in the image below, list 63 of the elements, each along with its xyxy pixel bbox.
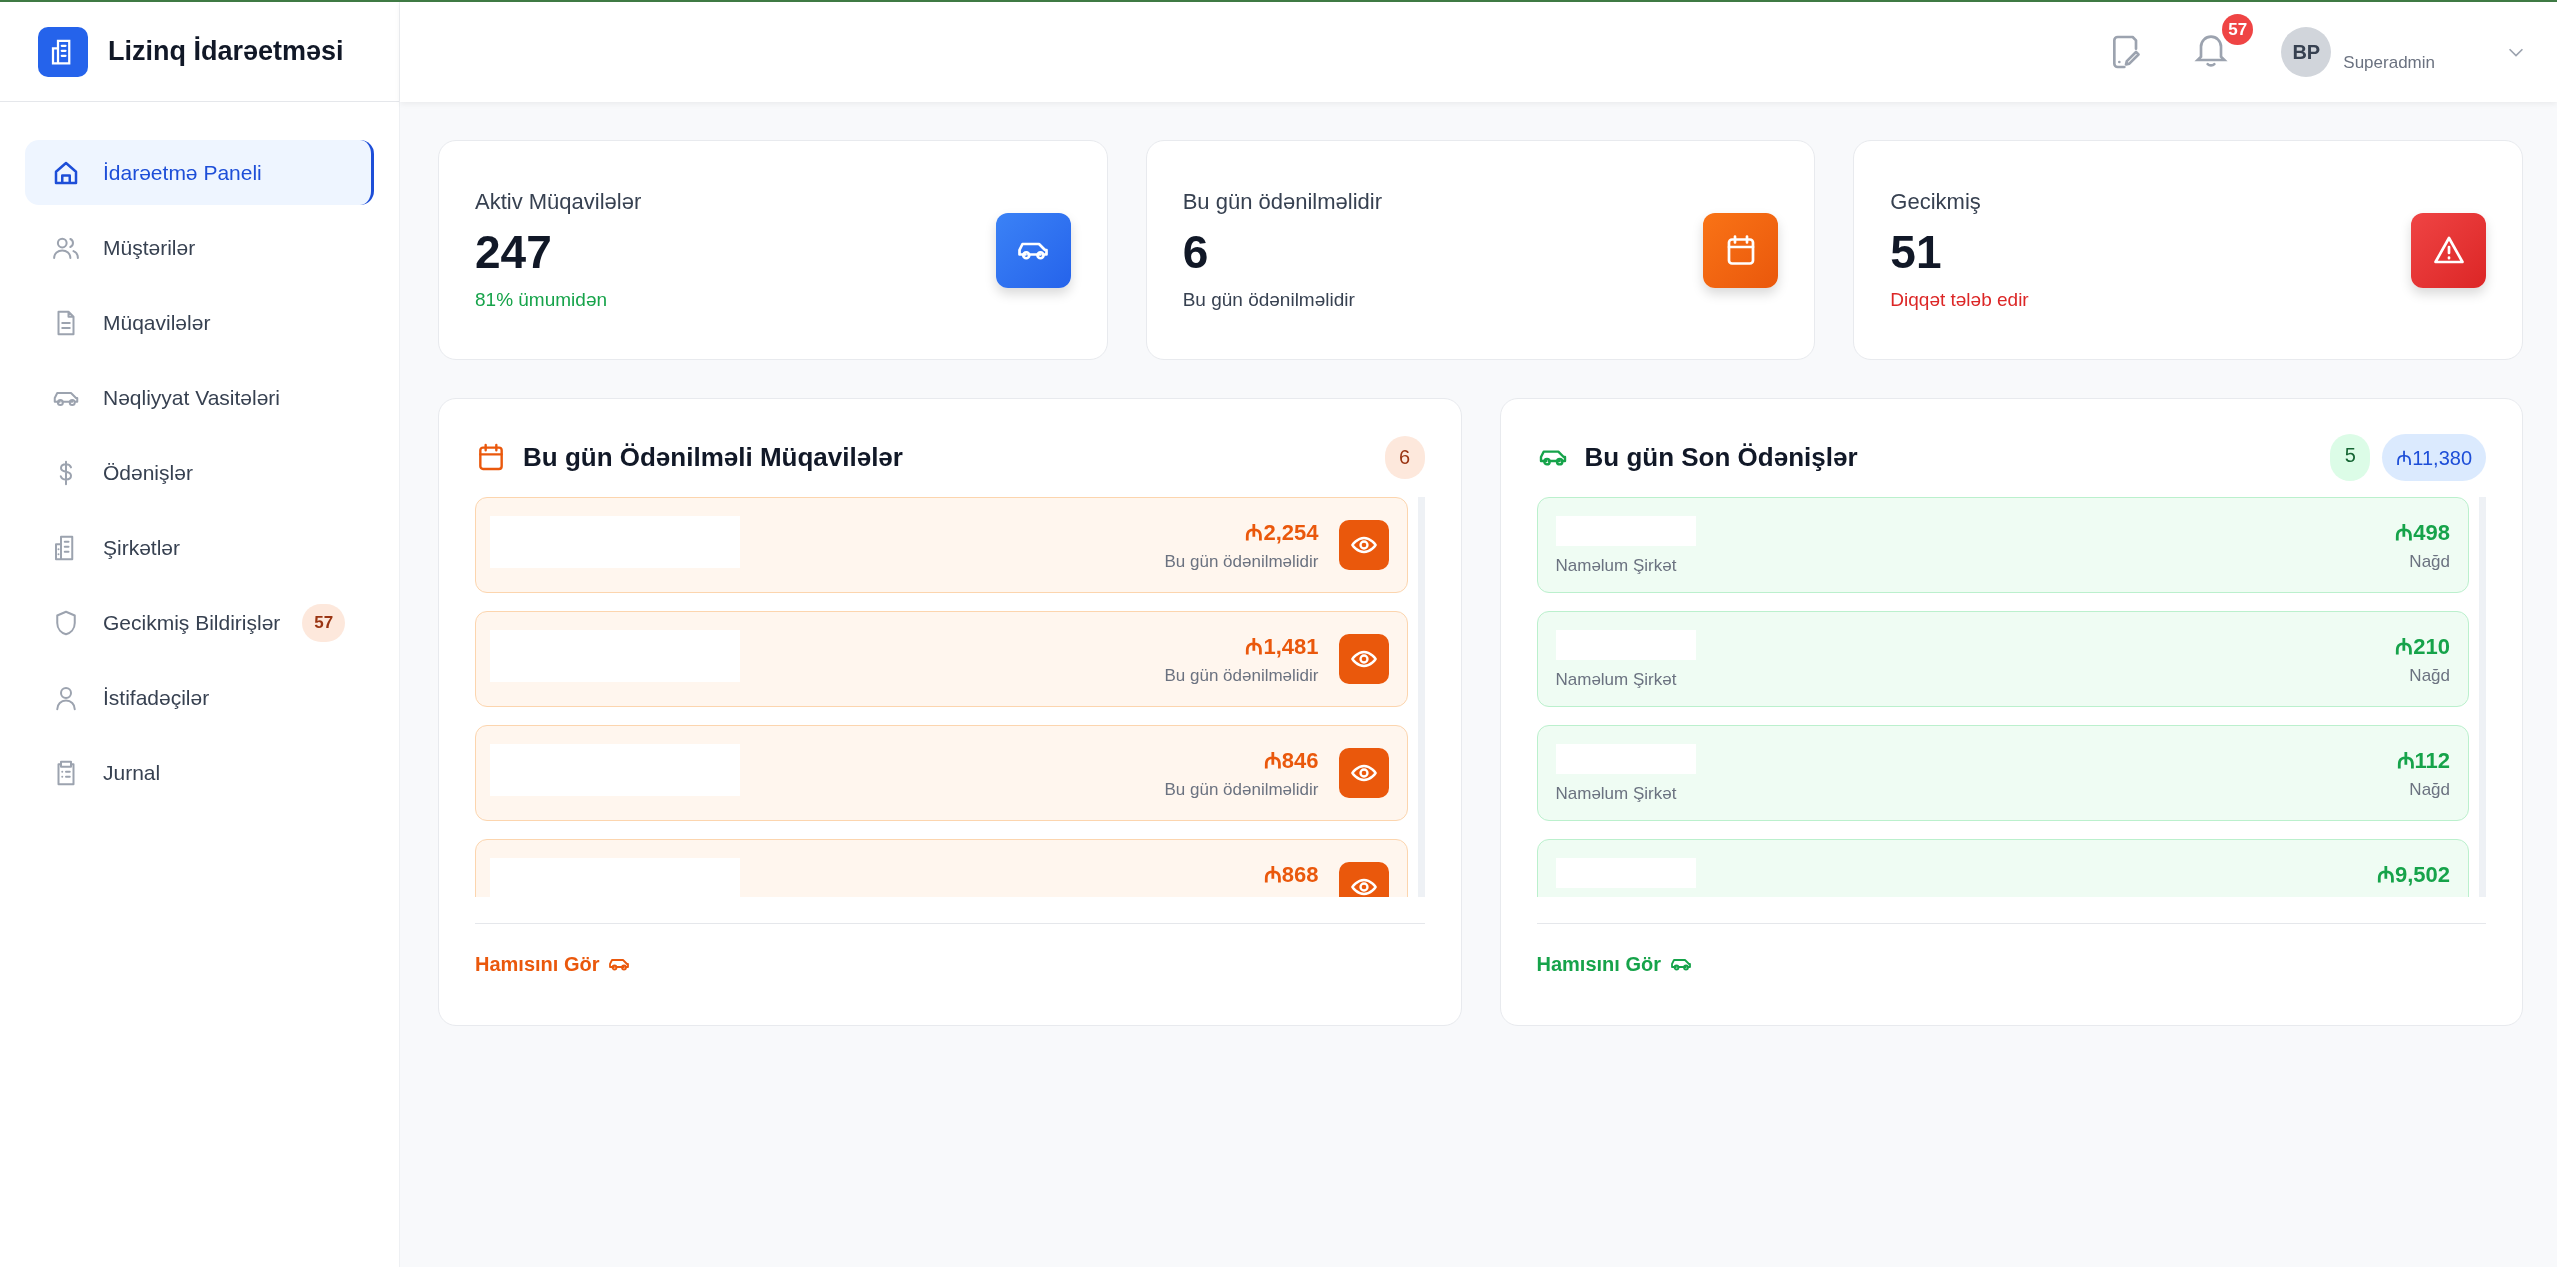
view-all-link[interactable]: Hamısını Gör [1536, 952, 1693, 976]
sidebar-item[interactable]: Müştərilər [25, 215, 374, 280]
amount: ₼1,481 [1245, 633, 1319, 660]
list-row[interactable]: Naməlum Şirkət ₼112 Nağd [1536, 725, 2469, 821]
sidebar-item[interactable]: İstifadəçilər [25, 665, 374, 730]
sidebar-item[interactable]: Nəqliyyat Vasitələri [25, 365, 374, 430]
amount: ₼210 [2395, 633, 2450, 660]
view-button[interactable] [1338, 748, 1389, 798]
logo-icon [38, 26, 88, 77]
stat-note: Diqqət tələb edir [1890, 289, 2029, 311]
notification-badge: 57 [2222, 14, 2254, 45]
sidebar-item[interactable]: Jurnal [25, 740, 374, 805]
stat-value: 6 [1182, 225, 1210, 279]
user-role: Superadmin [2343, 53, 2435, 73]
stat-value: 51 [1890, 225, 1943, 279]
sidebar-item[interactable]: Müqavilələr [25, 290, 374, 355]
company-name: Naməlum Şirkət [1555, 670, 1678, 690]
amount: ₼2,254 [1245, 519, 1319, 546]
company-name: Naməlum Şirkət [1555, 556, 1678, 576]
list-row[interactable]: Naməlum Şirkət ₼498 Nağd [1536, 497, 2469, 593]
due-note: Bu gün ödənilməlidir [1164, 780, 1319, 800]
total-badge: ₼11,380 [2382, 433, 2486, 481]
count-badge: 57 [302, 603, 346, 642]
count-badge: 6 [1384, 435, 1425, 479]
list-row[interactable]: ₼9,502 [1536, 839, 2469, 897]
stat-value: 247 [475, 225, 553, 279]
count-badge: 5 [2330, 433, 2371, 481]
avatar[interactable]: BP [2281, 27, 2332, 77]
amount: ₼9,502 [2376, 861, 2450, 888]
view-button[interactable] [1338, 520, 1389, 570]
amount: ₼846 [1263, 747, 1319, 774]
list-row[interactable]: Naməlum Şirkət ₼210 Nağd [1536, 611, 2469, 707]
due-note: Bu gün ödənilməlidir [1164, 666, 1319, 686]
stat-label: Gecikmiş [1890, 189, 1982, 215]
due-note: Bu gün ödənilməlidir [1164, 552, 1319, 572]
amount: ₼112 [2396, 747, 2450, 774]
amount: ₼498 [2395, 519, 2450, 546]
warning-tile-icon [2411, 212, 2486, 288]
panel-title: Bu gün Ödənilməli Müqavilələr [523, 441, 903, 473]
payment-method: Nağd [2409, 666, 2450, 686]
sidebar-item[interactable]: Gecikmiş Bildirişlər 57 [25, 590, 374, 655]
list-row[interactable]: ₼2,254 Bu gün ödənilməlidir [475, 497, 1408, 593]
amount: ₼868 [1263, 861, 1319, 888]
payment-method: Nağd [2409, 780, 2450, 800]
company-name: Naməlum Şirkət [1555, 784, 1678, 804]
view-all-link[interactable]: Hamısını Gör [475, 952, 632, 976]
calendar-tile-icon [1703, 212, 1779, 288]
list-row[interactable]: ₼868 [475, 839, 1408, 897]
car-tile-icon [995, 212, 1071, 288]
view-button[interactable] [1338, 862, 1389, 897]
panel-title: Bu gün Son Ödənişlər [1584, 441, 1858, 473]
list-row[interactable]: ₼1,481 Bu gün ödənilməlidir [475, 611, 1408, 707]
payment-method: Nağd [2409, 552, 2450, 572]
stat-note: 81% ümumidən [475, 289, 609, 311]
sidebar-item[interactable]: Şirkətlər [25, 515, 374, 580]
stat-note: Bu gün ödənilməlidir [1182, 289, 1356, 311]
list-row[interactable]: ₼846 Bu gün ödənilməlidir [475, 725, 1408, 821]
stat-label: Aktiv Müqavilələr [475, 189, 642, 215]
view-button[interactable] [1338, 634, 1389, 684]
sidebar-item[interactable]: Ödənişlər [25, 440, 374, 505]
sidebar-item[interactable]: İdarəetmə Paneli [25, 140, 374, 205]
stat-label: Bu gün ödənilməlidir [1182, 189, 1382, 215]
app-title: Lizinq İdarəetməsi [108, 36, 344, 67]
